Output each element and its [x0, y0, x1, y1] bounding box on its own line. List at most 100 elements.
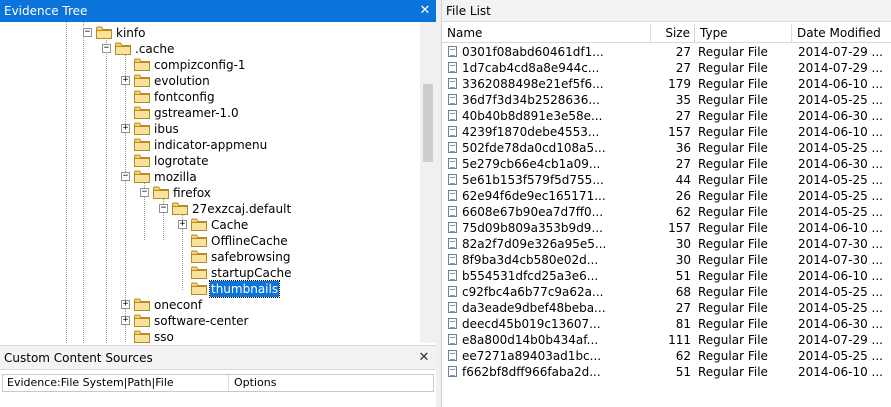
file-list-row[interactable]: 6608e67b90ea7d7ff0... 62 Regular File 2014-…	[442, 204, 891, 220]
file-list-row[interactable]: 8f9ba3d4cb580e02d... 30 Regular File 2014-0…	[442, 252, 891, 268]
file-size-cell: 30	[675, 253, 691, 267]
file-size-cell: 30	[675, 237, 691, 251]
file-list-row[interactable]: 502fde78da0cd108a5... 36 Regular File 2014-…	[442, 140, 891, 156]
tree-vertical-scrollbar[interactable]	[420, 22, 436, 343]
file-list-row[interactable]: 40b40b8d891e3e58e... 27 Regular File 2014-0…	[442, 108, 891, 124]
file-list-row[interactable]: c92fbc4a6b77c9a62a... 68 Regular File 2014-…	[442, 284, 891, 300]
file-date-cell: 2014-05-25 ...	[798, 173, 883, 187]
tree-node-label[interactable]: sso	[153, 329, 175, 343]
tree-node[interactable]: − 27exzcaj.default	[157, 201, 420, 217]
tree-node-label[interactable]: mozilla	[153, 169, 198, 185]
tree-node-label[interactable]: 27exzcaj.default	[191, 201, 292, 217]
column-header-name[interactable]: Name	[442, 24, 651, 43]
file-type-cell: Regular File	[698, 61, 768, 75]
file-list-row[interactable]: ee7271a89403ad1bc... 62 Regular File 2014-0…	[442, 348, 891, 364]
tree-node-label[interactable]: fontconfig	[153, 89, 216, 105]
column-header-size[interactable]: Size	[651, 24, 695, 43]
tree-node-label[interactable]: Cache	[210, 217, 249, 233]
tree-node-label[interactable]: oneconf	[153, 297, 203, 313]
folder-icon	[191, 250, 207, 263]
tree-node-label[interactable]: gstreamer-1.0	[153, 105, 240, 121]
tree-node[interactable]: fontconfig	[119, 89, 419, 105]
tree-node[interactable]: − firefox	[138, 185, 420, 201]
expand-icon[interactable]: +	[178, 220, 187, 229]
evidence-tree[interactable]: − kinfo − .cache compizconfig-1 + evolution fon…	[0, 22, 420, 343]
tree-node[interactable]: thumbnails	[176, 280, 420, 298]
tree-node-label-selected[interactable]: thumbnails	[208, 280, 281, 298]
tree-node-label[interactable]: indicator-appmenu	[153, 137, 268, 153]
file-size-cell: 111	[668, 333, 691, 347]
tree-node[interactable]: indicator-appmenu	[119, 137, 419, 153]
tree-node-label[interactable]: startupCache	[210, 265, 293, 281]
tree-node-label[interactable]: software-center	[153, 313, 249, 329]
tree-node-label[interactable]: compizconfig-1	[153, 57, 247, 73]
file-type-cell: Regular File	[698, 317, 768, 331]
collapse-icon[interactable]: −	[140, 188, 149, 197]
tree-node[interactable]: startupCache	[176, 265, 420, 281]
file-list-row[interactable]: f662bf8dff966faba2d... 51 Regular File 2014…	[442, 364, 891, 380]
tree-node-label[interactable]: OfflineCache	[210, 233, 289, 249]
tree-node[interactable]: gstreamer-1.0	[119, 105, 419, 121]
tree-node[interactable]: safebrowsing	[176, 249, 420, 265]
file-type-cell: Regular File	[698, 221, 768, 235]
file-date-cell: 2014-07-29 ...	[798, 61, 883, 75]
collapse-icon[interactable]: −	[159, 204, 168, 213]
tree-node-label[interactable]: evolution	[153, 73, 211, 89]
column-header-evidence[interactable]: Evidence:File System|Path|File	[3, 375, 229, 391]
tree-node[interactable]: + ibus	[119, 121, 419, 137]
collapse-icon[interactable]: −	[121, 172, 130, 181]
column-header-date-modified[interactable]: Date Modified	[792, 24, 891, 43]
collapse-icon[interactable]: −	[102, 44, 111, 53]
tree-node-label[interactable]: logrotate	[153, 153, 209, 169]
tree-node[interactable]: + evolution	[119, 73, 419, 89]
file-icon	[448, 62, 457, 73]
close-icon[interactable]: ✕	[417, 3, 433, 19]
tree-node[interactable]: compizconfig-1	[119, 57, 419, 73]
collapse-icon[interactable]: −	[83, 28, 92, 37]
tree-node[interactable]: + software-center	[119, 313, 419, 329]
file-list-row[interactable]: 82a2f7d09e326a95e5... 30 Regular File 2014-…	[442, 236, 891, 252]
file-list-row[interactable]: da3eade9dbef48beba... 27 Regular File 2014-…	[442, 300, 891, 316]
file-list-row[interactable]: 0301f08abd60461df1... 27 Regular File 2014-…	[442, 44, 891, 60]
expand-icon[interactable]: +	[121, 124, 130, 133]
file-list-row[interactable]: 4239f1870debe4553... 157 Regular File 2014-…	[442, 124, 891, 140]
tree-node-label[interactable]: .cache	[134, 41, 175, 57]
tree-node-label[interactable]: kinfo	[115, 25, 146, 41]
file-list-row[interactable]: 75d09b809a353b9d9... 157 Regular File 2014-…	[442, 220, 891, 236]
tree-node[interactable]: sso	[119, 329, 419, 343]
file-icon	[448, 270, 457, 281]
tree-node[interactable]: logrotate	[119, 153, 419, 169]
file-date-cell: 2014-05-25 ...	[798, 189, 883, 203]
file-list-row[interactable]: deecd45b019c13607... 81 Regular File 2014-0…	[442, 316, 891, 332]
file-list-row[interactable]: 5e61b153f579f5d755... 44 Regular File 2014-…	[442, 172, 891, 188]
tree-node[interactable]: − mozilla	[119, 169, 419, 185]
tree-guide-line	[106, 34, 107, 343]
file-list-row[interactable]: 36d7f3d34b2528636... 35 Regular File 2014-0…	[442, 92, 891, 108]
column-header-options[interactable]: Options	[230, 375, 430, 391]
folder-icon	[134, 170, 150, 183]
file-date-cell: 2014-07-30 ...	[798, 253, 883, 267]
tree-node[interactable]: − kinfo	[81, 25, 381, 41]
tree-node[interactable]: + oneconf	[119, 297, 419, 313]
file-list-row[interactable]: 1d7cab4cd8a8e944c... 27 Regular File 2014-0…	[442, 60, 891, 76]
tree-node-label[interactable]: firefox	[172, 185, 212, 201]
tree-node[interactable]: OfflineCache	[176, 233, 420, 249]
file-list-row[interactable]: 3362088498e21ef5f6... 179 Regular File 2014…	[442, 76, 891, 92]
column-header-type[interactable]: Type	[695, 24, 792, 43]
file-list-row[interactable]: 62e94f6de9ec165171... 26 Regular File 2014-…	[442, 188, 891, 204]
tree-node[interactable]: − .cache	[100, 41, 400, 57]
file-list-row[interactable]: e8a800d14b0b434af... 111 Regular File 2014-…	[442, 332, 891, 348]
file-size-cell: 36	[675, 141, 691, 155]
expand-icon[interactable]: +	[121, 76, 130, 85]
file-list-row[interactable]: 5e279cb66e4cb1a09... 27 Regular File 2014-0…	[442, 156, 891, 172]
file-name-cell: 8f9ba3d4cb580e02d...	[462, 253, 599, 267]
close-icon[interactable]: ✕	[416, 350, 432, 366]
file-list-row[interactable]: b554531dfcd25a3e6... 51 Regular File 2014-0…	[442, 268, 891, 284]
tree-scrollbar-thumb[interactable]	[423, 84, 433, 162]
expand-icon[interactable]: +	[121, 316, 130, 325]
expand-icon[interactable]: +	[121, 300, 130, 309]
file-icon	[448, 254, 457, 265]
tree-node-label[interactable]: ibus	[153, 121, 180, 137]
tree-node[interactable]: + Cache	[176, 217, 420, 233]
tree-node-label[interactable]: safebrowsing	[210, 249, 291, 265]
